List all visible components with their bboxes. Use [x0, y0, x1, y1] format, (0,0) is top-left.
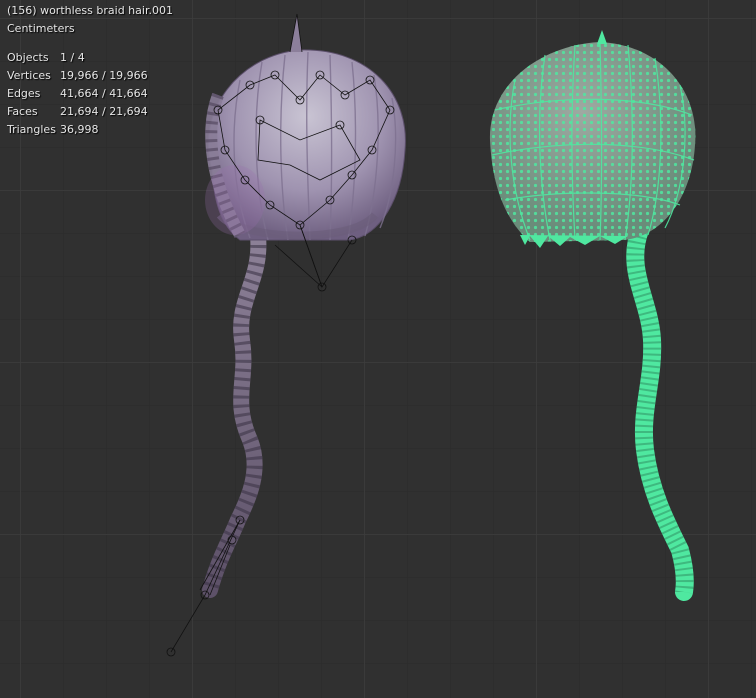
stat-row-faces: Faces 21,694 / 21,694	[7, 103, 173, 121]
3d-viewport[interactable]: (156) worthless braid hair.001 Centimete…	[0, 0, 756, 698]
hair-mesh-object[interactable]	[202, 14, 406, 598]
selected-hair-mesh-editmode[interactable]	[489, 30, 696, 601]
stat-label: Triangles	[7, 123, 56, 136]
stat-label: Objects	[7, 51, 49, 64]
stat-row-triangles: Triangles 36,998	[7, 121, 173, 139]
stat-label: Vertices	[7, 69, 51, 82]
stat-row-objects: Objects 1 / 4	[7, 49, 173, 67]
stat-value: 36,998	[60, 123, 99, 136]
units-label: Centimeters	[7, 22, 75, 35]
stat-value: 41,664 / 41,664	[60, 87, 148, 100]
stat-value: 1 / 4	[60, 51, 85, 64]
stat-value: 21,694 / 21,694	[60, 105, 148, 118]
stat-label: Edges	[7, 87, 41, 100]
stat-row-edges: Edges 41,664 / 41,664	[7, 85, 173, 103]
viewport-info-overlay: (156) worthless braid hair.001 Centimete…	[7, 2, 173, 139]
stat-row-vertices: Vertices 19,966 / 19,966	[7, 67, 173, 85]
stat-value: 19,966 / 19,966	[60, 69, 148, 82]
object-title: (156) worthless braid hair.001	[7, 4, 173, 17]
stat-label: Faces	[7, 105, 38, 118]
